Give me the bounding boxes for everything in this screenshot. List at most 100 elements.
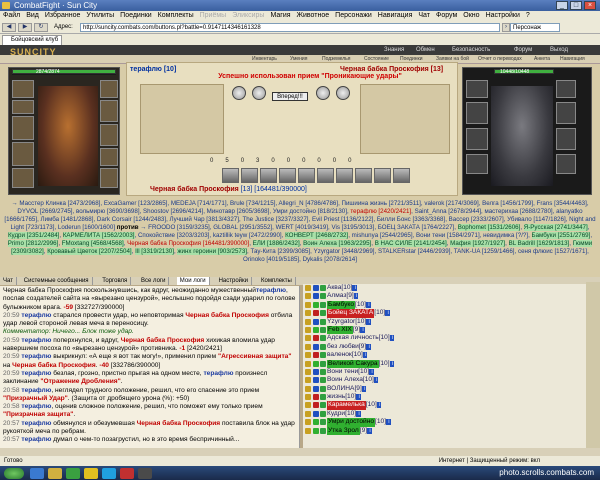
info-icon[interactable]: i [386, 419, 391, 426]
skill-icon[interactable] [298, 168, 315, 183]
menu-item[interactable]: Утилиты [83, 12, 117, 19]
chat-tab[interactable]: Настройки [216, 277, 253, 285]
menu-item[interactable]: Окно [460, 12, 482, 19]
participant-name[interactable]: TANK-UA [1259/1466] [454, 248, 515, 255]
online-player-name[interactable]: жизнь [327, 393, 345, 400]
online-player-name[interactable]: Алмаз [327, 292, 346, 299]
taskbar-skype-icon[interactable] [102, 468, 116, 479]
info-icon[interactable]: i [367, 427, 372, 434]
online-player-row[interactable]: Кудри[10] i [303, 410, 600, 418]
participant-name[interactable]: вольмирю [3690/3698] [76, 208, 140, 215]
current-opponent-name[interactable]: Черная бабка Проскофия [150, 186, 239, 193]
online-player-name[interactable]: ВОЛИНА [327, 385, 354, 392]
participant-name[interactable]: Dykalis [2078/2614] [303, 256, 357, 263]
online-player-row[interactable]: Yzyrgator[10] i [303, 318, 600, 326]
online-player-name[interactable]: Кудри [327, 410, 345, 417]
participant-name[interactable]: КОНВЕРТ [2468/2732] [285, 232, 349, 239]
participant-name[interactable]: Пишиина жизнь [2721/3511] [342, 200, 421, 207]
participant-name[interactable]: Vis [3195/3013] [331, 224, 374, 231]
maximize-button[interactable]: □ [570, 1, 582, 10]
participant-name[interactable]: Evil Priest [1136/2122] [312, 216, 373, 223]
participant-name[interactable]: → FROODO [3159/3235] [140, 224, 209, 231]
online-player-name[interactable]: Воин Алеха [327, 376, 363, 383]
equip-slot-pants[interactable] [100, 148, 118, 166]
skill-icon[interactable] [355, 168, 372, 183]
participant-name[interactable]: БОЕЦ ЗАКАТА [1764/2227] [378, 224, 454, 231]
skill-icon[interactable] [317, 168, 334, 183]
sub-link-transfers[interactable]: Отчет о переводах [478, 55, 522, 64]
chat-tab[interactable]: Мои логи [176, 277, 210, 285]
opp-slot-gloves[interactable] [556, 102, 576, 124]
participant-name[interactable]: mishunya [2544/2965] [352, 232, 413, 239]
online-player-row[interactable]: Вони тени[10] i [303, 368, 600, 376]
online-player-row[interactable]: Воин Алеха[10] i [303, 376, 600, 384]
online-player-row[interactable]: Адская личность[10] i [303, 334, 600, 342]
menu-item[interactable]: Магия [267, 12, 293, 19]
participant-name[interactable]: Лимба [1481/2868] [41, 216, 94, 223]
info-icon[interactable]: i [366, 301, 371, 308]
participant-name[interactable]: Билли Бонс [3363/3368] [377, 216, 445, 223]
participant-name[interactable]: Убивало [1147/1826] [507, 216, 566, 223]
chat-tab[interactable]: Торговля [99, 277, 132, 285]
skill-icon[interactable] [279, 168, 296, 183]
info-icon[interactable]: i [352, 285, 357, 291]
participant-name[interactable]: сеня флюис [1527/1671] [518, 248, 587, 255]
equip-slot-gloves[interactable] [100, 100, 118, 122]
participant-name[interactable]: GLOBAL [2951/3552] [213, 224, 272, 231]
refresh-button[interactable]: ↻ [34, 23, 48, 32]
online-player-row[interactable]: Умри достойно[10] i [303, 418, 600, 427]
menu-item[interactable]: Файл [0, 12, 23, 19]
taskbar-app-icon[interactable] [120, 468, 134, 479]
participant-name[interactable]: Вассер [2333/2607] [449, 216, 504, 223]
chat-tab[interactable]: Все логи [138, 277, 170, 285]
side-scrollbar[interactable] [586, 282, 600, 448]
block-target-icon[interactable] [336, 86, 350, 100]
info-icon[interactable]: i [385, 310, 390, 317]
attack-target-icon[interactable] [252, 86, 266, 100]
taskbar-folder-icon[interactable] [48, 468, 62, 479]
fighter-opponent-name[interactable]: Черная бабка Проскофия [13] [340, 66, 443, 73]
online-player-name[interactable]: Адская личность [327, 334, 379, 341]
participant-name[interactable]: ЕхсаGamer [123/2865] [104, 200, 168, 207]
participant-name[interactable]: Тау-Кита [2399/3085] [250, 248, 310, 255]
participant-name[interactable]: kaztillik teyw [2472/2990] [213, 232, 282, 239]
online-player-name[interactable]: валенок [327, 351, 352, 358]
skill-icon[interactable] [260, 168, 277, 183]
taskbar-chrome-icon[interactable] [84, 468, 98, 479]
online-player-row[interactable]: Бойец ЗАКАТА[10] i [303, 309, 600, 318]
online-player-name[interactable]: Feb XIX [327, 325, 353, 335]
online-player-name[interactable]: Вони тени [327, 368, 358, 375]
forward-button[interactable]: ▶ [18, 23, 32, 32]
online-player-name[interactable]: Аква [327, 284, 341, 291]
info-icon[interactable]: i [361, 385, 367, 392]
participant-name[interactable]: Я-Русская [2741/3447] [523, 224, 588, 231]
participant-name[interactable]: В НАС СИЛЕ [2141/2454] [374, 240, 447, 247]
skill-icon[interactable] [393, 168, 410, 183]
online-player-row[interactable]: ВОЛИНА[9] i [303, 385, 600, 393]
participant-name[interactable]: Allegri_N [4786/4786] [279, 200, 339, 207]
opp-slot-armor[interactable] [466, 128, 488, 150]
info-icon[interactable]: i [353, 293, 359, 300]
taskbar-media-icon[interactable] [66, 468, 80, 479]
info-icon[interactable]: i [389, 360, 395, 367]
participant-name[interactable]: Спокойствие [3203/3203] [138, 232, 209, 239]
online-player-name[interactable]: Умри достойно [327, 418, 376, 427]
equip-slot-weapon[interactable] [12, 116, 34, 140]
opp-slot-boots[interactable] [556, 154, 576, 174]
participant-name[interactable]: Кудри [2351/2484] [7, 232, 60, 239]
online-player-row[interactable]: жизнь[10] i [303, 393, 600, 401]
participant-name[interactable]: Лучший Чар [3813/4327] [170, 216, 239, 223]
participant-name[interactable]: Shoostov [2696/4214] [143, 208, 203, 215]
online-player-name[interactable]: без любви [327, 343, 359, 350]
online-player-row[interactable]: Карамелька[10] i [303, 401, 600, 410]
block-target-icon[interactable] [316, 86, 330, 100]
online-player-row[interactable]: Утка Зрол[9] i [303, 426, 600, 436]
menu-item[interactable]: ? [523, 12, 533, 19]
equip-slot-shield[interactable] [100, 124, 118, 146]
participant-name[interactable]: Велга [1456/1799] [482, 200, 533, 207]
participant-name[interactable]: против [115, 224, 140, 231]
participant-name[interactable]: ЕЛИ [1886/2432] [252, 240, 300, 247]
menu-item[interactable]: Вид [23, 12, 42, 19]
forward-attack-button[interactable]: Вперед!!! [272, 92, 308, 101]
menu-item[interactable]: Настройки [483, 12, 523, 19]
